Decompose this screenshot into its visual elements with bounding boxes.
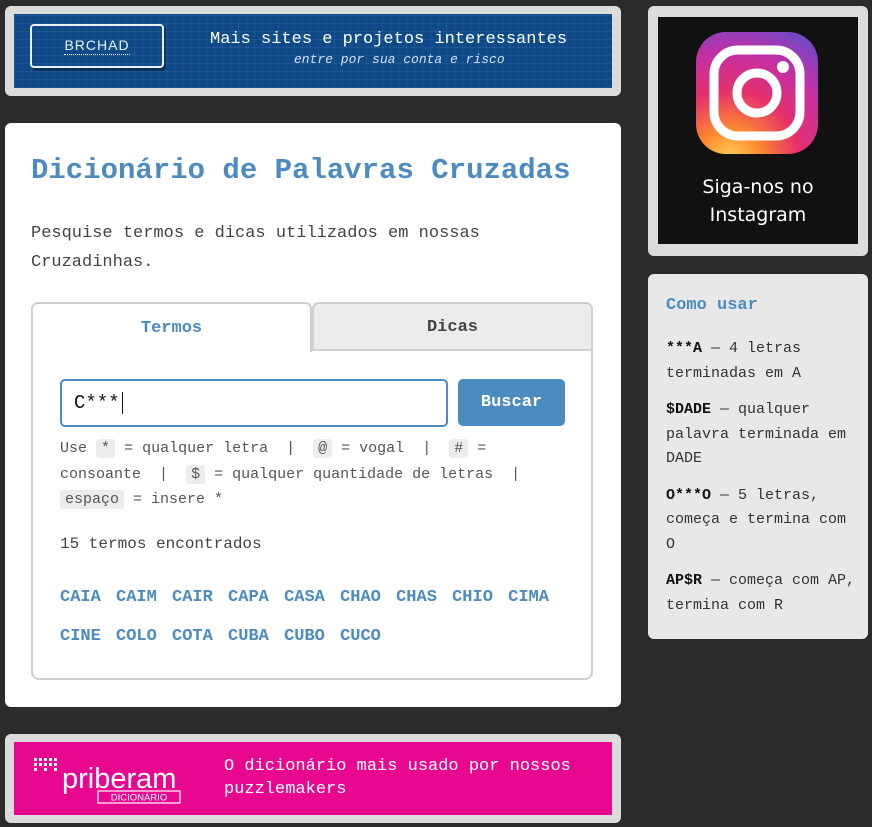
text-caret [121,392,123,414]
result-word[interactable]: CASA [284,588,325,607]
tab-dicas[interactable]: Dicas [312,302,593,350]
code-space: espaço [60,490,125,509]
tab-termos[interactable]: Termos [31,302,312,352]
brchad-logo: BRCHAD [30,24,164,68]
how-to-use-panel: Como usar ***A — 4 letras terminadas em … [648,274,868,639]
priberam-text: O dicionário mais usado por nossos puzzl… [224,757,571,799]
code-dollar: $ [186,464,206,484]
result-word[interactable]: CIMA [508,588,549,607]
result-word[interactable]: CUBA [228,627,269,646]
banner-subtitle: entre por sua conta e risco [294,52,505,67]
result-word[interactable]: CHAO [340,588,381,607]
instagram-panel[interactable]: Siga-nos no Instagram [648,6,868,256]
result-word[interactable]: CAIA [60,588,101,607]
priberam-banner-link[interactable]: priberam DICIONÁRIO O dicionário mais us… [14,742,612,815]
instagram-icon [696,32,818,154]
brchad-banner-link[interactable]: BRCHAD Mais sites e projetos interessant… [14,14,612,88]
instagram-caption: Siga-nos no Instagram [702,176,814,226]
search-button[interactable]: Buscar [458,379,565,426]
instagram-link[interactable]: Siga-nos no Instagram [658,17,858,244]
how-to-use-item: ***A — 4 letras terminadas em A [666,340,802,382]
search-input-value: C*** [74,392,120,414]
result-word[interactable]: CAIR [172,588,213,607]
banner-title: Mais sites e projetos interessantes [210,30,568,49]
svg-text:DICIONÁRIO: DICIONÁRIO [111,793,167,804]
search-input[interactable]: C*** [60,379,448,427]
how-to-use-item: $DADE — qualquer palavra terminada em DA… [666,401,847,467]
code-star: * [96,439,116,458]
results-count: 15 termos encontrados [60,535,262,553]
result-word[interactable]: CINE [60,627,101,646]
search-help: Use * = qualquer letra | @ = vogal | # =… [60,439,521,509]
brchad-banner[interactable]: BRCHAD Mais sites e projetos interessant… [5,6,621,96]
code-at: @ [313,439,333,458]
search-tabs: Termos Dicas C*** Buscar Use * = qualque… [31,302,593,680]
page-title: Dicionário de Palavras Cruzadas [31,154,571,187]
result-word[interactable]: CAPA [228,588,269,607]
priberam-logo: priberam DICIONÁRIO [34,758,181,804]
result-word[interactable]: CUBO [284,627,325,646]
result-word[interactable]: COTA [172,627,213,646]
code-hash: # [449,439,469,458]
how-to-use-title: Como usar [666,296,758,315]
how-to-use-list: ***A — 4 letras terminadas em A $DADE — … [666,337,858,630]
dictionary-card: Dicionário de Palavras Cruzadas Pesquise… [5,123,621,707]
results-list: CAIA CAIM CAIR CAPA CASA CHAO CHAS CHIO … [60,578,570,656]
how-to-use-item: AP$R — começa com AP, termina com R [666,572,856,614]
page-description: Pesquise termos e dicas utilizados em no… [31,224,480,272]
svg-text:priberam: priberam [62,763,176,795]
result-word[interactable]: CAIM [116,588,157,607]
result-word[interactable]: CUCO [340,627,381,646]
how-to-use-item: O***O — 5 letras, começa e termina com O [666,486,847,553]
result-word[interactable]: CHAS [396,588,437,607]
result-word[interactable]: CHIO [452,588,493,607]
tab-panel-termos: C*** Buscar Use * = qualquer letra | @ =… [31,349,593,680]
priberam-banner[interactable]: priberam DICIONÁRIO O dicionário mais us… [5,734,621,823]
result-word[interactable]: COLO [116,627,157,646]
